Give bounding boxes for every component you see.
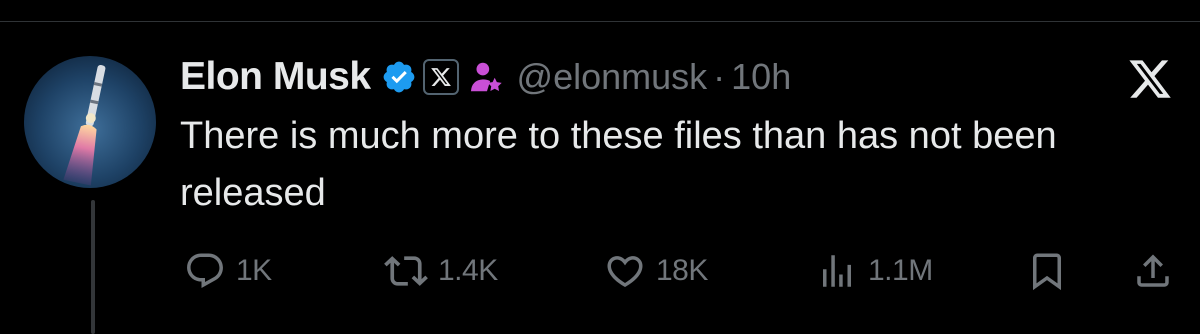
views-icon xyxy=(823,255,851,287)
timestamp[interactable]: 10h xyxy=(731,56,791,98)
bookmark-icon xyxy=(1033,253,1061,291)
like-button[interactable]: 18K xyxy=(604,248,708,294)
reply-count: 1K xyxy=(236,254,272,287)
share-button[interactable] xyxy=(1132,248,1174,294)
separator-dot: · xyxy=(713,56,726,97)
reply-icon xyxy=(187,253,223,288)
repost-count: 1.4K xyxy=(438,254,498,287)
reply-button[interactable]: 1K xyxy=(184,248,272,294)
top-divider xyxy=(0,21,1200,22)
views-button[interactable]: 1.1M xyxy=(816,248,933,294)
verified-badge-icon[interactable] xyxy=(381,59,417,95)
repost-button[interactable]: 1.4K xyxy=(384,248,498,294)
bookmark-button[interactable] xyxy=(1026,248,1068,294)
author-name[interactable]: Elon Musk xyxy=(180,55,371,99)
author-handle[interactable]: @elonmusk xyxy=(517,56,708,98)
x-affiliation-icon[interactable] xyxy=(422,59,459,95)
views-count: 1.1M xyxy=(868,254,933,287)
repost-icon xyxy=(384,256,428,286)
x-logo-icon xyxy=(1126,56,1174,102)
heart-icon xyxy=(607,256,643,288)
avatar[interactable] xyxy=(24,56,156,188)
action-bar: 1K 1.4K 18K 1.1M xyxy=(0,248,1200,294)
tweet-header: Elon Musk @elonmusk · 10h xyxy=(180,52,791,102)
avatar-rocket-image xyxy=(24,56,156,188)
government-person-icon[interactable] xyxy=(467,58,505,96)
share-icon xyxy=(1137,254,1169,287)
tweet-text: There is much more to these files than h… xyxy=(180,115,1057,214)
like-count: 18K xyxy=(656,254,708,287)
